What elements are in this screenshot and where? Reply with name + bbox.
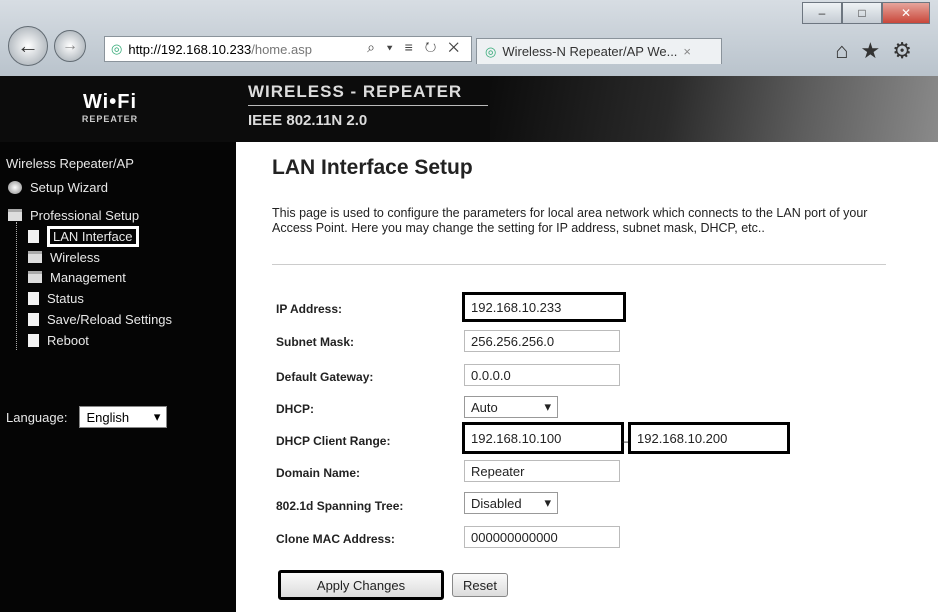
address-bar-actions[interactable]: ⌕ ▾ ≡ ↻ ✕ <box>367 39 463 56</box>
browser-titlebar: – □ ✕ ← → ◎ http://192.168.10.233/home.a… <box>0 0 938 76</box>
page-icon <box>28 291 39 305</box>
sidebar-item-reboot[interactable]: Reboot <box>28 331 89 349</box>
page-globe-icon: ◎ <box>111 41 123 56</box>
sidebar-item-wireless[interactable]: Wireless <box>28 248 100 266</box>
sidebar-item-management[interactable]: Management <box>28 268 126 286</box>
dhcp-client-range-label: DHCP Client Range: <box>276 434 391 448</box>
apply-changes-button[interactable]: Apply Changes <box>278 570 444 600</box>
logo-sub-text: REPEATER <box>81 114 139 124</box>
page-icon <box>28 312 39 326</box>
sidebar-item-label: Professional Setup <box>30 207 140 223</box>
dhcp-value: Auto <box>471 399 498 415</box>
sidebar-item-label: Management <box>50 269 126 285</box>
url-host: http://192.168.10.233 <box>128 41 252 57</box>
language-value: English <box>86 409 130 425</box>
header-divider <box>248 105 488 106</box>
maximize-button[interactable]: □ <box>842 2 882 24</box>
page-description: This page is used to configure the param… <box>272 206 868 235</box>
logo-main-text: Wi•Fi <box>82 91 138 113</box>
chevron-down-icon: ▾ <box>544 495 551 510</box>
sidebar-item-status[interactable]: Status <box>28 289 84 307</box>
default-gateway-label: Default Gateway: <box>276 370 374 384</box>
spanning-tree-label: 802.1d Spanning Tree: <box>276 499 404 513</box>
sidebar-item-setup-wizard[interactable]: Setup Wizard <box>8 178 108 196</box>
toolbar-home-favorites-tools-icons[interactable]: ⌂★⚙ <box>835 38 924 64</box>
chevron-down-icon: ▾ <box>153 409 161 424</box>
globe-icon <box>8 180 22 194</box>
address-bar[interactable]: ◎ http://192.168.10.233/home.asp ⌕ ▾ ≡ ↻… <box>104 36 472 62</box>
forward-arrow-icon[interactable]: → <box>54 30 86 62</box>
main-panel: LAN Interface Setup This page is used to… <box>236 142 938 612</box>
folder-icon <box>8 209 22 221</box>
sidebar-item-label: LAN Interface <box>47 225 139 247</box>
ip-address-field[interactable]: 192.168.10.233 <box>462 292 626 322</box>
folder-icon <box>28 251 42 263</box>
clone-mac-label: Clone MAC Address: <box>276 532 395 546</box>
language-label: Language: <box>6 409 68 425</box>
language-selector: Language: English ▾ <box>6 406 168 428</box>
tab-close-icon[interactable]: × <box>683 44 691 59</box>
clone-mac-field[interactable]: 000000000000 <box>464 526 620 548</box>
dhcp-label: DHCP: <box>276 402 314 416</box>
tree-line <box>16 222 17 350</box>
minimize-button[interactable]: – <box>802 2 842 24</box>
sidebar-item-professional-setup[interactable]: Professional Setup <box>8 206 139 224</box>
tab-favicon-icon: ◎ <box>485 43 497 59</box>
sidebar-item-label: Reboot <box>47 332 89 348</box>
sidebar-item-label: Wireless <box>50 249 100 265</box>
sidebar-item-lan-interface[interactable]: LAN Interface <box>28 224 139 248</box>
sidebar: Wireless Repeater/AP Setup Wizard Profes… <box>0 142 236 612</box>
window-controls: – □ ✕ <box>802 2 930 24</box>
dhcp-select[interactable]: Auto ▾ <box>464 396 558 418</box>
default-gateway-field[interactable]: 0.0.0.0 <box>464 364 620 386</box>
page-icon <box>28 333 39 347</box>
url-path: /home.asp <box>251 41 312 57</box>
header-decoration <box>490 76 938 142</box>
domain-name-field[interactable]: Repeater <box>464 460 620 482</box>
browser-tab[interactable]: ◎ Wireless-N Repeater/AP We... × <box>476 38 722 64</box>
subnet-mask-field[interactable]: 256.256.256.0 <box>464 330 620 352</box>
chevron-down-icon: ▾ <box>544 399 551 414</box>
reset-button[interactable]: Reset <box>452 573 508 597</box>
sidebar-item-label: Setup Wizard <box>30 179 109 195</box>
sidebar-item-label: Status <box>47 290 84 306</box>
domain-name-label: Domain Name: <box>276 466 361 480</box>
spanning-tree-value: Disabled <box>471 495 522 511</box>
header-title: WIRELESS - REPEATER <box>248 82 463 101</box>
ip-address-label: IP Address: <box>276 302 343 316</box>
back-arrow-icon[interactable]: ← <box>8 26 48 66</box>
wifi-logo: Wi•Fi REPEATER <box>70 91 150 124</box>
folder-icon <box>28 271 42 283</box>
dhcp-range-start-field[interactable]: 192.168.10.100 <box>462 422 624 454</box>
page-title: LAN Interface Setup <box>272 156 473 179</box>
sidebar-heading: Wireless Repeater/AP <box>6 156 134 171</box>
header-subtitle: IEEE 802.11N 2.0 <box>248 112 368 129</box>
sidebar-item-save-reload[interactable]: Save/Reload Settings <box>28 310 172 328</box>
language-dropdown[interactable]: English ▾ <box>79 406 168 428</box>
router-header: Wi•Fi REPEATER WIRELESS - REPEATER IEEE … <box>0 76 938 142</box>
subnet-mask-label: Subnet Mask: <box>276 335 355 349</box>
tab-title: Wireless-N Repeater/AP We... <box>502 44 678 59</box>
section-divider <box>272 264 886 265</box>
close-window-button[interactable]: ✕ <box>882 2 930 24</box>
dhcp-range-end-field[interactable]: 192.168.10.200 <box>628 422 790 454</box>
page-icon <box>28 229 39 243</box>
sidebar-item-label: Save/Reload Settings <box>47 311 173 327</box>
spanning-tree-select[interactable]: Disabled ▾ <box>464 492 558 514</box>
